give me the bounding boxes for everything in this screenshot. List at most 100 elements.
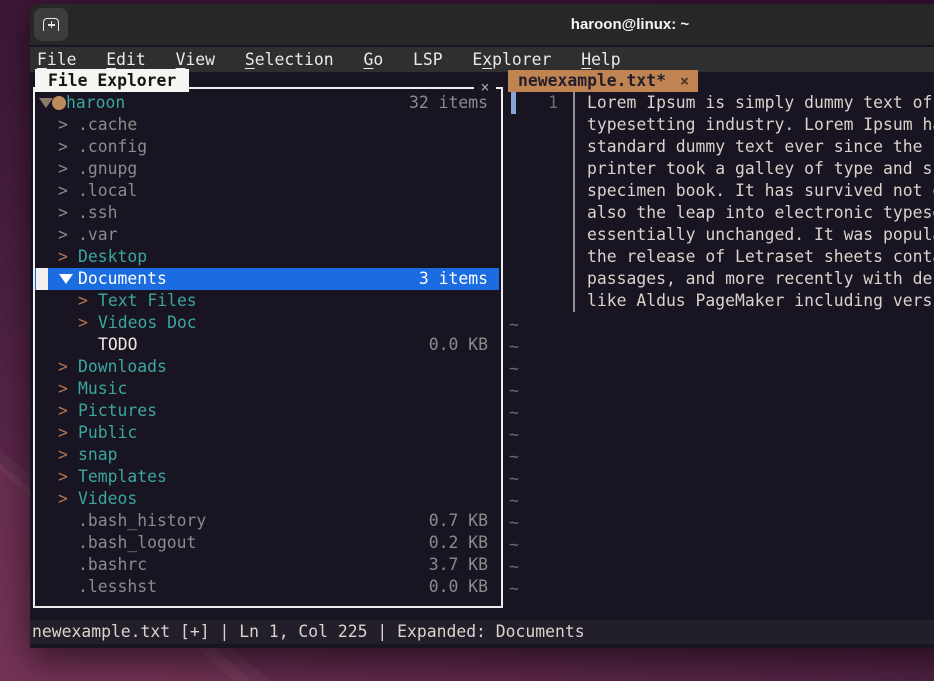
desktop: haroon@linux: ~ FileEditViewSelectionGoL… — [0, 0, 934, 681]
collapsed-arrow-icon[interactable]: > — [58, 356, 68, 378]
tree-item-bash_logout[interactable]: .bash_logout 0.2 KB — [35, 532, 499, 554]
empty-line-tilde: ~ — [509, 424, 529, 446]
menu-lsp[interactable]: LSP — [413, 47, 443, 72]
tree-item-name: Desktop — [78, 246, 147, 268]
editor-line[interactable]: the release of Letraset sheets containin… — [587, 246, 934, 268]
tree-item-meta: 0.2 KB — [429, 532, 488, 554]
tree-item-desktop[interactable]: > Desktop — [35, 246, 499, 268]
collapsed-arrow-icon[interactable]: > — [58, 466, 68, 488]
tree-item-videos[interactable]: > Videos — [35, 488, 499, 510]
explorer-panel-title: File Explorer — [35, 69, 189, 92]
tree-item-cache[interactable]: > .cache — [35, 114, 499, 136]
tree-item-gnupg[interactable]: >.gnupg — [35, 158, 499, 180]
tree-item-name: .lesshst — [78, 576, 157, 598]
tree-item-name: .var — [78, 224, 117, 246]
collapsed-arrow-icon[interactable]: > — [58, 180, 68, 202]
editor-line[interactable]: essentially unchanged. It was popularise… — [587, 224, 934, 246]
home-icon — [52, 96, 66, 110]
tree-item-meta: 3.7 KB — [429, 554, 488, 576]
expanded-arrow-icon[interactable] — [59, 274, 73, 284]
editor-line[interactable]: specimen book. It has survived not only … — [587, 180, 934, 202]
collapsed-arrow-icon[interactable]: > — [78, 312, 88, 334]
empty-line-tilde: ~ — [509, 512, 529, 534]
editor-line[interactable]: passages, and more recently with desktop… — [587, 268, 934, 290]
tab-newexample[interactable]: newexample.txt* × — [508, 70, 698, 92]
menu-explorer[interactable]: Explorer — [472, 47, 551, 72]
tree-item-name: Music — [78, 378, 127, 400]
tree-item-lesshst[interactable]: .lesshst 0.0 KB — [35, 576, 499, 598]
editor-line[interactable]: typesetting industry. Lorem Ipsum has be… — [587, 114, 934, 136]
tree-item-name: .bash_logout — [78, 532, 196, 554]
tree-item-videos-doc[interactable]: > Videos Doc — [35, 312, 499, 334]
window-titlebar[interactable]: haroon@linux: ~ — [30, 4, 934, 46]
collapsed-arrow-icon[interactable]: > — [58, 114, 68, 136]
empty-line-tilde: ~ — [509, 468, 529, 490]
line-number: 1 — [528, 92, 558, 114]
empty-line-tilde: ~ — [509, 380, 529, 402]
tree-item-name: Pictures — [78, 400, 157, 422]
menu-selection[interactable]: Selection — [245, 47, 334, 72]
tree-item-name: .ssh — [78, 202, 117, 224]
tree-item-local[interactable]: > .local — [35, 180, 499, 202]
collapsed-arrow-icon[interactable]: > — [58, 136, 68, 158]
tree-item-name: .config — [78, 136, 147, 158]
editor-line[interactable]: like Aldus PageMaker including versions … — [587, 290, 934, 312]
collapsed-arrow-icon[interactable]: > — [78, 290, 88, 312]
tree-item-name: Documents — [78, 268, 167, 290]
tree-item-haroon[interactable]: haroon 32 items — [35, 92, 499, 114]
collapsed-arrow-icon[interactable]: > — [58, 400, 68, 422]
tree-item-meta: 0.0 KB — [429, 576, 488, 598]
tab-close-icon[interactable]: × — [680, 70, 689, 92]
collapsed-arrow-icon[interactable]: > — [58, 378, 68, 400]
tree-item-templates[interactable]: >Templates — [35, 466, 499, 488]
tree-item-public[interactable]: >Public — [35, 422, 499, 444]
tree-item-todo[interactable]: TODO0.0 KB — [35, 334, 499, 356]
empty-line-tilde: ~ — [509, 446, 529, 468]
collapsed-arrow-icon[interactable]: > — [58, 158, 68, 180]
tree-item-name: Text Files — [98, 290, 197, 312]
empty-line-tilde: ~ — [509, 556, 529, 578]
tree-item-ssh[interactable]: > .ssh — [35, 202, 499, 224]
editor-line[interactable]: standard dummy text ever since the 1500s… — [587, 136, 934, 158]
empty-line-tilde: ~ — [509, 358, 529, 380]
tree-item-documents[interactable]: Documents 3 items — [35, 268, 499, 290]
tree-item-meta: 3 items — [419, 268, 488, 290]
tree-item-pictures[interactable]: > Pictures — [35, 400, 499, 422]
tree-item-text-files[interactable]: > Text Files — [35, 290, 499, 312]
collapsed-arrow-icon[interactable]: > — [58, 224, 68, 246]
tree-item-bash_history[interactable]: .bash_history0.7 KB — [35, 510, 499, 532]
collapsed-arrow-icon[interactable]: > — [58, 246, 68, 268]
editor-line[interactable]: printer took a galley of type and scramb… — [587, 158, 934, 180]
tree-item-name: .cache — [78, 114, 137, 136]
empty-line-tilde: ~ — [509, 490, 529, 512]
empty-line-tilde: ~ — [509, 534, 529, 556]
tree-item-name: haroon — [66, 92, 125, 114]
collapsed-arrow-icon[interactable]: > — [58, 444, 68, 466]
tree-item-meta: 0.7 KB — [429, 510, 488, 532]
editor-line[interactable]: also the leap into electronic typesettin… — [587, 202, 934, 224]
terminal-window: haroon@linux: ~ FileEditViewSelectionGoL… — [30, 4, 934, 648]
tree-item-name: Videos — [78, 488, 137, 510]
expanded-arrow-icon[interactable] — [39, 98, 53, 108]
tree-item-meta: 32 items — [409, 92, 488, 114]
tree-item-downloads[interactable]: >Downloads — [35, 356, 499, 378]
collapsed-arrow-icon[interactable]: > — [58, 488, 68, 510]
tree-item-bashrc[interactable]: .bashrc 3.7 KB — [35, 554, 499, 576]
tree-item-music[interactable]: > Music — [35, 378, 499, 400]
tree-item-name: Videos Doc — [98, 312, 197, 334]
tree-item-snap[interactable]: > snap — [35, 444, 499, 466]
empty-line-tilde: ~ — [509, 336, 529, 358]
window-title: haroon@linux: ~ — [30, 4, 934, 46]
tree-item-name: .local — [78, 180, 137, 202]
menu-help[interactable]: Help — [581, 47, 620, 72]
tree-item-var[interactable]: > .var — [35, 224, 499, 246]
editor-line[interactable]: Lorem Ipsum is simply dummy text of the … — [587, 92, 934, 114]
collapsed-arrow-icon[interactable]: > — [58, 202, 68, 224]
tree-item-name: snap — [78, 444, 117, 466]
collapsed-arrow-icon[interactable]: > — [58, 422, 68, 444]
gutter-separator — [573, 92, 575, 312]
menu-go[interactable]: Go — [363, 47, 383, 72]
tree-item-name: .bashrc — [78, 554, 147, 576]
tree-item-config[interactable]: > .config — [35, 136, 499, 158]
empty-line-tilde: ~ — [509, 402, 529, 424]
